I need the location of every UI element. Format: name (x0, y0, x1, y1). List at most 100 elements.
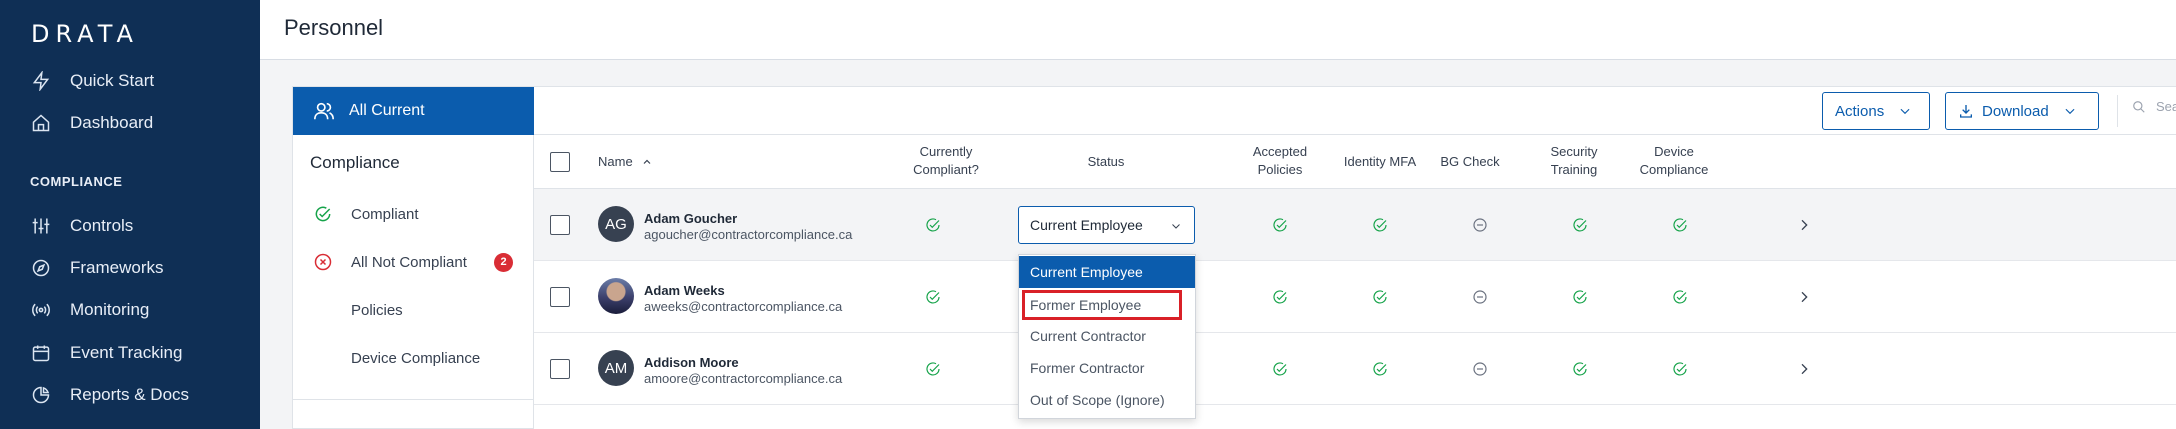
column-header-name[interactable]: Name (598, 153, 653, 171)
column-header-accepted-policies: Accepted Policies (1252, 144, 1308, 177)
column-header-device-compliance: Device Compliance (1639, 144, 1709, 177)
pie-chart-icon (30, 384, 52, 406)
sidebar-item-label: Controls (70, 216, 134, 235)
calendar-icon (30, 342, 52, 364)
avatar: AM (598, 350, 634, 386)
table-row[interactable]: AM Addison Moore amoore@contractorcompli… (534, 333, 2176, 405)
table-header: Name Currently Compliant? Status Accepte… (534, 135, 2176, 189)
column-header-security-training: Security Training (1550, 144, 1598, 177)
download-icon (1960, 105, 1972, 118)
table-row[interactable]: Adam Weeks aweeks@contractorcompliance.c… (534, 261, 2176, 333)
status-dropdown-menu: Current Employee Former Employee Current… (1018, 254, 1196, 419)
sliders-icon (30, 215, 52, 237)
avatar: AG (598, 206, 634, 242)
status-option-current-contractor[interactable]: Current Contractor (1019, 320, 1195, 352)
filter-compliant[interactable]: Compliant (313, 201, 523, 227)
sidebar-item-event-tracking[interactable]: Event Tracking (30, 338, 182, 368)
person-email: amoore@contractorcompliance.ca (644, 371, 843, 386)
actions-label: Actions (1835, 102, 1885, 120)
check-circle-icon (924, 360, 942, 378)
chevron-down-icon (1172, 224, 1180, 229)
check-circle-icon (1671, 216, 1689, 234)
download-label: Download (1982, 102, 2049, 120)
sort-ascending-icon (643, 159, 651, 164)
divider (293, 399, 535, 400)
minus-circle-icon (1471, 360, 1489, 378)
sidebar-item-dashboard[interactable]: Dashboard (30, 108, 153, 138)
check-circle-icon (1271, 288, 1289, 306)
chevron-right-icon[interactable] (1796, 217, 1812, 233)
sidebar-item-frameworks[interactable]: Frameworks (30, 253, 164, 283)
check-circle-icon (1371, 216, 1389, 234)
download-button[interactable]: Download (1945, 92, 2099, 130)
sidebar-item-monitoring[interactable]: Monitoring (30, 295, 149, 325)
divider (2117, 95, 2118, 127)
check-circle-icon (924, 288, 942, 306)
page-header: Personnel (260, 0, 2176, 60)
check-circle-icon (1671, 360, 1689, 378)
search-icon (2133, 100, 2145, 113)
check-circle-icon (1671, 288, 1689, 306)
search-input[interactable]: Sea (2132, 99, 2176, 114)
status-option-current-employee[interactable]: Current Employee (1019, 256, 1195, 288)
filter-policies[interactable]: Policies (313, 297, 523, 323)
select-all-checkbox[interactable] (550, 152, 570, 172)
filter-all-not-compliant[interactable]: All Not Compliant 2 (313, 249, 523, 275)
sidebar-item-quick-start[interactable]: Quick Start (30, 66, 154, 96)
person-name: Addison Moore (644, 355, 739, 370)
chevron-down-icon (2065, 108, 2075, 115)
actions-button[interactable]: Actions (1822, 92, 1930, 130)
chevron-right-icon[interactable] (1796, 289, 1812, 305)
check-circle-icon (313, 204, 333, 224)
check-circle-icon (1371, 288, 1389, 306)
sidebar-item-reports-docs[interactable]: Reports & Docs (30, 380, 189, 410)
home-icon (30, 112, 52, 134)
person-email: aweeks@contractorcompliance.ca (644, 299, 843, 314)
check-circle-icon (1571, 216, 1589, 234)
check-circle-icon (1371, 360, 1389, 378)
filter-label: Device Compliance (351, 349, 481, 367)
check-circle-icon (1271, 360, 1289, 378)
filter-label: Compliant (351, 205, 419, 223)
app-root: DRATA Quick Start Dashboard COMPLIANCE C… (0, 0, 2176, 429)
chevron-right-icon[interactable] (1796, 361, 1812, 377)
column-header-status: Status (1087, 154, 1125, 169)
row-checkbox[interactable] (550, 215, 570, 235)
compass-icon (30, 257, 52, 279)
filter-heading-compliance: Compliance (310, 153, 400, 172)
avatar (598, 278, 634, 314)
status-select-value: Current Employee (1030, 217, 1143, 233)
filter-label: All Current (349, 102, 425, 119)
sidebar-item-label: Frameworks (70, 258, 164, 277)
personnel-table-panel: Actions Download Sea Name Currently Comp… (534, 86, 2176, 429)
row-checkbox[interactable] (550, 287, 570, 307)
sidebar-item-label: Quick Start (70, 71, 155, 90)
chevron-down-icon (1900, 108, 1910, 115)
sidebar: DRATA Quick Start Dashboard COMPLIANCE C… (0, 0, 260, 429)
status-option-former-employee[interactable]: Former Employee (1022, 290, 1182, 320)
sidebar-item-label: Reports & Docs (70, 385, 190, 404)
filter-all-current[interactable]: All Current (293, 87, 535, 135)
sidebar-item-controls[interactable]: Controls (30, 211, 133, 241)
users-icon (314, 102, 334, 120)
status-option-out-of-scope[interactable]: Out of Scope (Ignore) (1019, 384, 1195, 416)
filter-label: Policies (351, 301, 403, 319)
not-compliant-count-badge: 2 (494, 252, 513, 272)
sidebar-section-compliance: COMPLIANCE (30, 174, 123, 189)
status-select[interactable]: Current Employee (1018, 206, 1195, 244)
drata-logo[interactable]: DRATA (31, 20, 139, 48)
check-circle-icon (1571, 288, 1589, 306)
column-header-identity-mfa: Identity MFA (1343, 154, 1417, 169)
row-checkbox[interactable] (550, 359, 570, 379)
person-name: Adam Goucher (644, 211, 738, 226)
minus-circle-icon (1471, 288, 1489, 306)
person-name: Adam Weeks (644, 283, 725, 298)
sidebar-item-label: Monitoring (70, 300, 150, 319)
filter-device-compliance[interactable]: Device Compliance (313, 345, 523, 371)
status-option-former-contractor[interactable]: Former Contractor (1019, 352, 1195, 384)
page-title: Personnel (284, 15, 384, 40)
table-row[interactable]: AG Adam Goucher agoucher@contractorcompl… (534, 189, 2176, 261)
minus-circle-icon (1471, 216, 1489, 234)
column-header-currently-compliant: Currently Compliant? (913, 144, 979, 177)
sidebar-item-label: Dashboard (70, 113, 154, 132)
